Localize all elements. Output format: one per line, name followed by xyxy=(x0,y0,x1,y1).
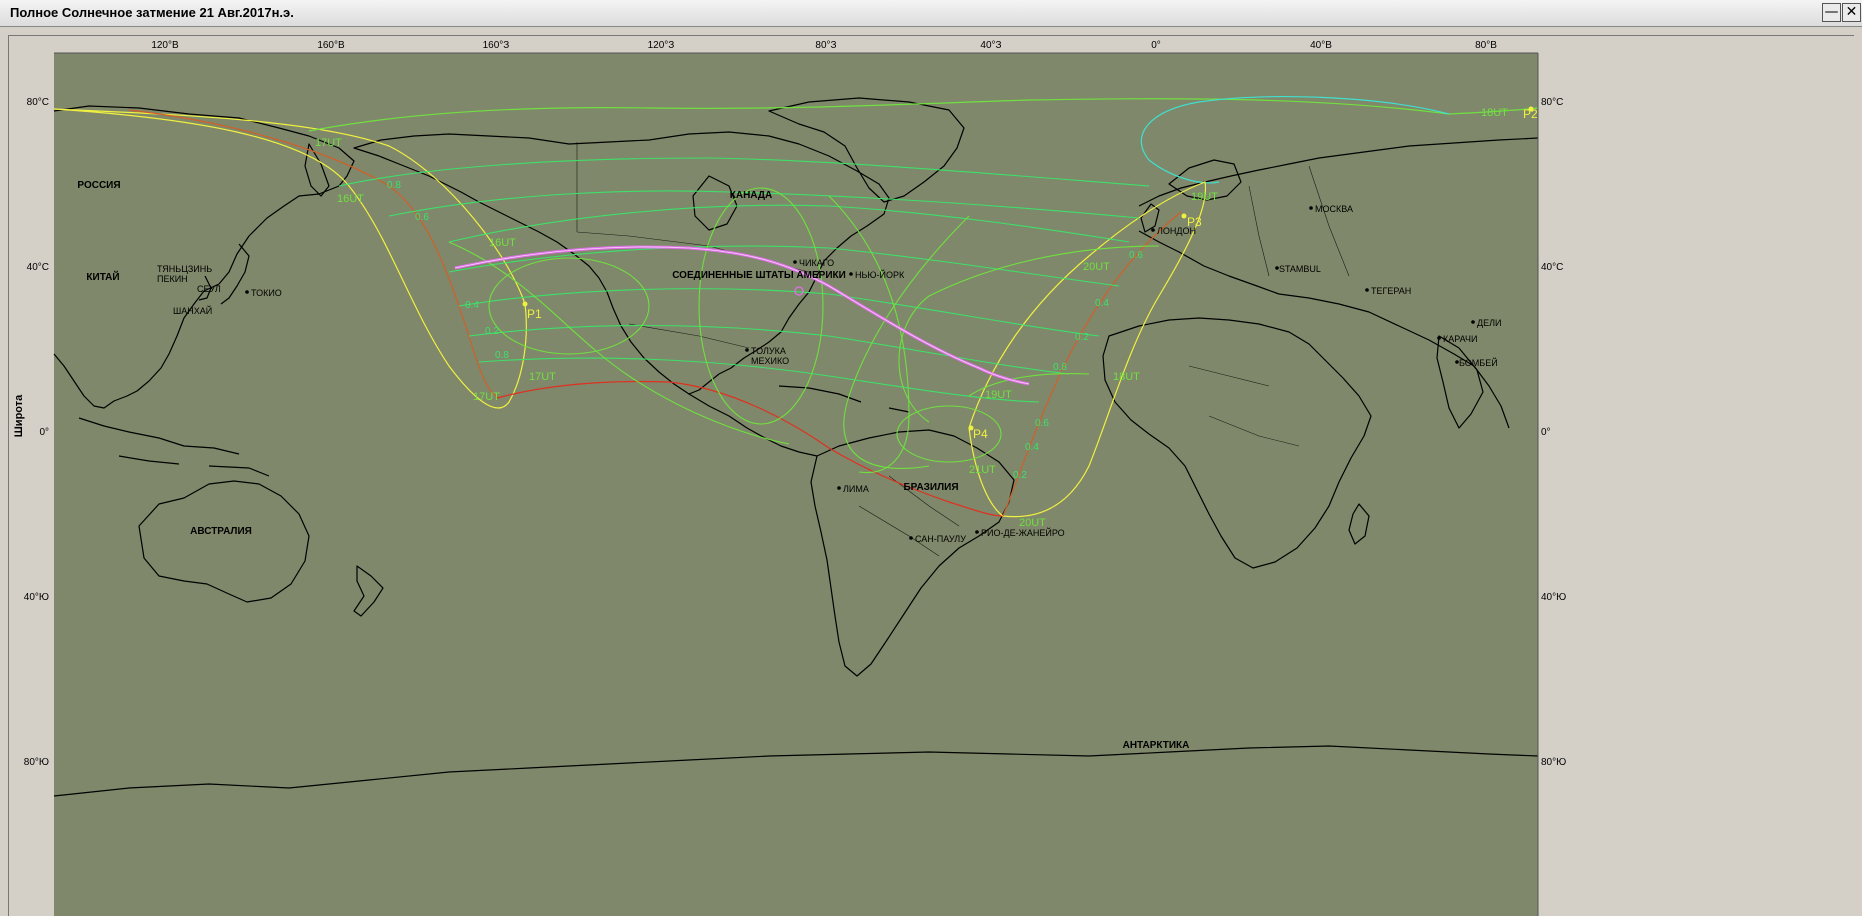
close-button[interactable]: ✕ xyxy=(1842,3,1861,22)
lat-label-right: 0° xyxy=(1541,427,1551,438)
lon-label: 160°В xyxy=(317,40,345,51)
region-label-russia: РОССИЯ xyxy=(77,180,120,191)
magnitude-label: 0.8 xyxy=(1053,362,1067,373)
magnitude-label: 0.4 xyxy=(1095,298,1109,309)
point-p4-label: P4 xyxy=(973,427,988,441)
city-label: ЛИМА xyxy=(843,484,869,494)
city-label: ТОЛУКА xyxy=(751,346,786,356)
time-label: 20UT xyxy=(1083,261,1110,273)
lon-label: 40°З xyxy=(980,40,1001,51)
map-panel: 120°В 160°В 160°З 120°З 80°З 40°З 0° 40°… xyxy=(8,35,1854,916)
magnitude-label: 0.2 xyxy=(1075,332,1089,343)
lat-label-right: 40°Ю xyxy=(1541,592,1566,603)
lat-label-left: 80°Ю xyxy=(24,757,49,768)
city-label: ПЕКИН xyxy=(157,274,188,284)
title-bar: Полное Солнечное затмение 21 Авг.2017н.э… xyxy=(0,0,1862,27)
magnitude-label: 0.2 xyxy=(485,326,499,337)
minimize-button[interactable]: — xyxy=(1822,3,1841,22)
region-label-brazil: БРАЗИЛИЯ xyxy=(903,482,958,493)
city-label: ТОКИО xyxy=(251,288,282,298)
window-title: Полное Солнечное затмение 21 Авг.2017н.э… xyxy=(10,5,294,20)
lat-label-left: 40°С xyxy=(27,262,49,273)
region-label-antarctica: АНТАРКТИКА xyxy=(1123,740,1190,751)
magnitude-label: 0.2 xyxy=(1013,470,1027,481)
lat-label-right: 80°Ю xyxy=(1541,757,1566,768)
magnitude-label: 0.8 xyxy=(495,350,509,361)
lon-label: 80°В xyxy=(1475,40,1497,51)
city-label: САН-ПАУЛУ xyxy=(915,534,966,544)
city-label: НЬЮ-ЙОРК xyxy=(855,269,905,280)
magnitude-label: 0.6 xyxy=(415,212,429,223)
city-label: ЛОНДОН xyxy=(1157,226,1196,236)
lat-label-right: 80°С xyxy=(1541,97,1563,108)
lon-label: 80°З xyxy=(815,40,836,51)
city-label: ДЕЛИ xyxy=(1477,318,1501,328)
point-p1-label: P1 xyxy=(527,307,542,321)
lat-label-left: 80°С xyxy=(27,97,49,108)
lon-label: 160°З xyxy=(483,40,510,51)
city-label: МЕХИКО xyxy=(751,356,789,366)
lat-label-left: 40°Ю xyxy=(24,592,49,603)
city-label: ТЕГЕРАН xyxy=(1371,286,1411,296)
window-frame: 120°В 160°В 160°З 120°З 80°З 40°З 0° 40°… xyxy=(0,27,1862,916)
region-label-china: КИТАЙ xyxy=(86,270,119,283)
city-label: БОМБЕЙ xyxy=(1459,357,1498,368)
city-label: ЧИКАГО xyxy=(799,258,834,268)
city-label: РИО-ДЕ-ЖАНЕЙРО xyxy=(981,527,1065,538)
city-label: ШАНХАЙ xyxy=(173,305,212,316)
magnitude-label: 0.8 xyxy=(387,180,401,191)
magnitude-label: 0.6 xyxy=(1035,418,1049,429)
time-label: 19UT xyxy=(985,389,1012,401)
lat-label-left: 0° xyxy=(39,427,49,438)
time-label: 18UT xyxy=(1481,107,1508,119)
eclipse-map[interactable]: 120°В 160°В 160°З 120°З 80°З 40°З 0° 40°… xyxy=(9,36,1855,916)
magnitude-label: 0.4 xyxy=(465,300,479,311)
time-label: 17UT xyxy=(315,137,342,149)
point-p2-label: P2 xyxy=(1523,107,1538,121)
city-label: КАРАЧИ xyxy=(1443,334,1477,344)
map-background xyxy=(54,53,1538,916)
city-label: МОСКВА xyxy=(1315,204,1353,214)
city-label: СЕУЛ xyxy=(197,284,221,294)
time-label: 21UT xyxy=(969,464,996,476)
lon-label: 0° xyxy=(1151,40,1161,51)
time-label: 17UT xyxy=(529,371,556,383)
magnitude-label: 0.6 xyxy=(1129,250,1143,261)
latitude-axis-title: Широта xyxy=(13,394,25,437)
time-label: 19UT xyxy=(1191,191,1218,203)
time-label: 16UT xyxy=(489,237,516,249)
time-label: 18UT xyxy=(1113,371,1140,383)
region-label-usa: СОЕДИНЕННЫЕ ШТАТЫ АМЕРИКИ xyxy=(672,270,846,281)
city-label: ТЯНЬЦЗИНЬ xyxy=(157,264,212,274)
region-label-australia: АВСТРАЛИЯ xyxy=(190,526,252,537)
region-label-canada: КАНАДА xyxy=(730,190,773,201)
magnitude-label: 0.4 xyxy=(1025,442,1039,453)
lon-label: 120°В xyxy=(151,40,179,51)
time-label: 16UT xyxy=(337,193,364,205)
time-label: 17UT xyxy=(473,391,500,403)
lat-label-right: 40°С xyxy=(1541,262,1563,273)
city-label: STAMBUL xyxy=(1279,264,1321,274)
lon-label: 120°З xyxy=(648,40,675,51)
lon-label: 40°В xyxy=(1310,40,1332,51)
